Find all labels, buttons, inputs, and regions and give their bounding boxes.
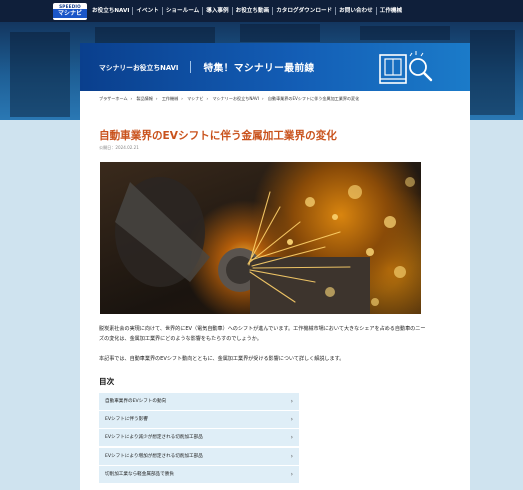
article-card: ブラザーホーム › 製品情報 › 工作機械 › マシナビ › マシナリーお役立ちNAVI… [80, 91, 470, 490]
nav-item-catalog[interactable]: カタログダウンロード [272, 7, 335, 15]
breadcrumb-item[interactable]: ブラザーホーム [99, 96, 128, 101]
nav-menu: お役立ちNAVI イベント ショールーム 導入事例 お役立ち動画 カタログダウン… [89, 7, 405, 15]
banner-divider [190, 61, 192, 73]
breadcrumb-item[interactable]: 製品情報 [137, 96, 153, 101]
toc-item-label: 自動車業界のEVシフトの動向 [105, 399, 167, 404]
toc-item[interactable]: EVシフトに伴う影響 › [99, 411, 299, 429]
machine-search-icon [379, 51, 433, 84]
sparks-image [115, 177, 415, 314]
summary-paragraph: 本記事では、自動車業界のEVシフト動向とともに、金属加工業界が受ける影響について… [99, 356, 345, 362]
hero-photo-grinding-sparks [100, 162, 421, 314]
nav-item-contact[interactable]: お問い合わせ [335, 7, 376, 15]
intro-paragraph: 脱炭素社会の実現に向けて、世界的にEV（電気自動車）へのシフトが進んでいます。工… [99, 326, 426, 342]
banner-title: 特集！マシナリー最前線 [203, 63, 315, 74]
toc-item-label: EVシフトにより減少が想定される切削加工部品 [105, 435, 203, 441]
feature-banner: マシナリーお役立ちNAVI 特集！マシナリー最前線 [80, 43, 470, 91]
toc-heading: 目次 [99, 377, 115, 386]
nav-item-navi[interactable]: お役立ちNAVI [89, 7, 132, 15]
chevron-right-icon: › [290, 398, 293, 405]
breadcrumb-current: 自動車業界のEVシフトに伴う金属加工業界の変化 [267, 96, 360, 101]
site-logo[interactable]: SPEEDIO マシナビ [53, 2, 87, 20]
toc-item-label: EVシフトにより増加が想定される切削加工部品 [105, 453, 203, 459]
chevron-right-icon: › [290, 452, 293, 460]
nav-item-cases[interactable]: 導入事例 [202, 7, 231, 15]
logo-text-bottom: マシナビ [53, 9, 87, 18]
toc-item[interactable]: EVシフトにより減少が想定される切削加工部品 › [99, 429, 299, 447]
banner-subtitle: マシナリーお役立ちNAVI [99, 64, 179, 72]
nav-item-showroom[interactable]: ショールーム [161, 7, 202, 15]
toc-item[interactable]: 切削加工業なら軽金属部品で勝負 › [99, 465, 299, 483]
chevron-right-icon: › [290, 470, 293, 478]
nav-item-videos[interactable]: お役立ち動画 [231, 7, 273, 15]
top-navigation: SPEEDIO マシナビ お役立ちNAVI イベント ショールーム 導入事例 お… [0, 0, 523, 22]
publish-date: 公開日：2024.02.21 [99, 145, 139, 150]
toc-item[interactable]: 自動車業界のEVシフトの動向 › [99, 393, 299, 410]
toc-item[interactable]: EVシフトにより増加が想定される切削加工部品 › [99, 447, 299, 465]
toc-item-label: 切削加工業なら軽金属部品で勝負 [105, 471, 174, 477]
table-of-contents: 自動車業界のEVシフトの動向 › EVシフトに伴う影響 › EVシフトにより減少が想… [99, 393, 299, 484]
nav-item-event[interactable]: イベント [132, 7, 161, 15]
toc-item-label: EVシフトに伴う影響 [105, 417, 148, 423]
breadcrumb-item[interactable]: 工作機械 [162, 96, 178, 101]
breadcrumb-item[interactable]: マシナリーお役立ちNAVI [212, 96, 258, 101]
nav-item-machine-tools[interactable]: 工作機械 [375, 7, 405, 15]
chevron-right-icon: › [290, 416, 293, 424]
page-title: 自動車業界のEVシフトに伴う金属加工業界の変化 [99, 130, 337, 142]
breadcrumb: ブラザーホーム › 製品情報 › 工作機械 › マシナビ › マシナリーお役立ちNAVI… [99, 96, 360, 101]
chevron-right-icon: › [290, 434, 293, 442]
breadcrumb-item[interactable]: マシナビ [187, 96, 203, 101]
